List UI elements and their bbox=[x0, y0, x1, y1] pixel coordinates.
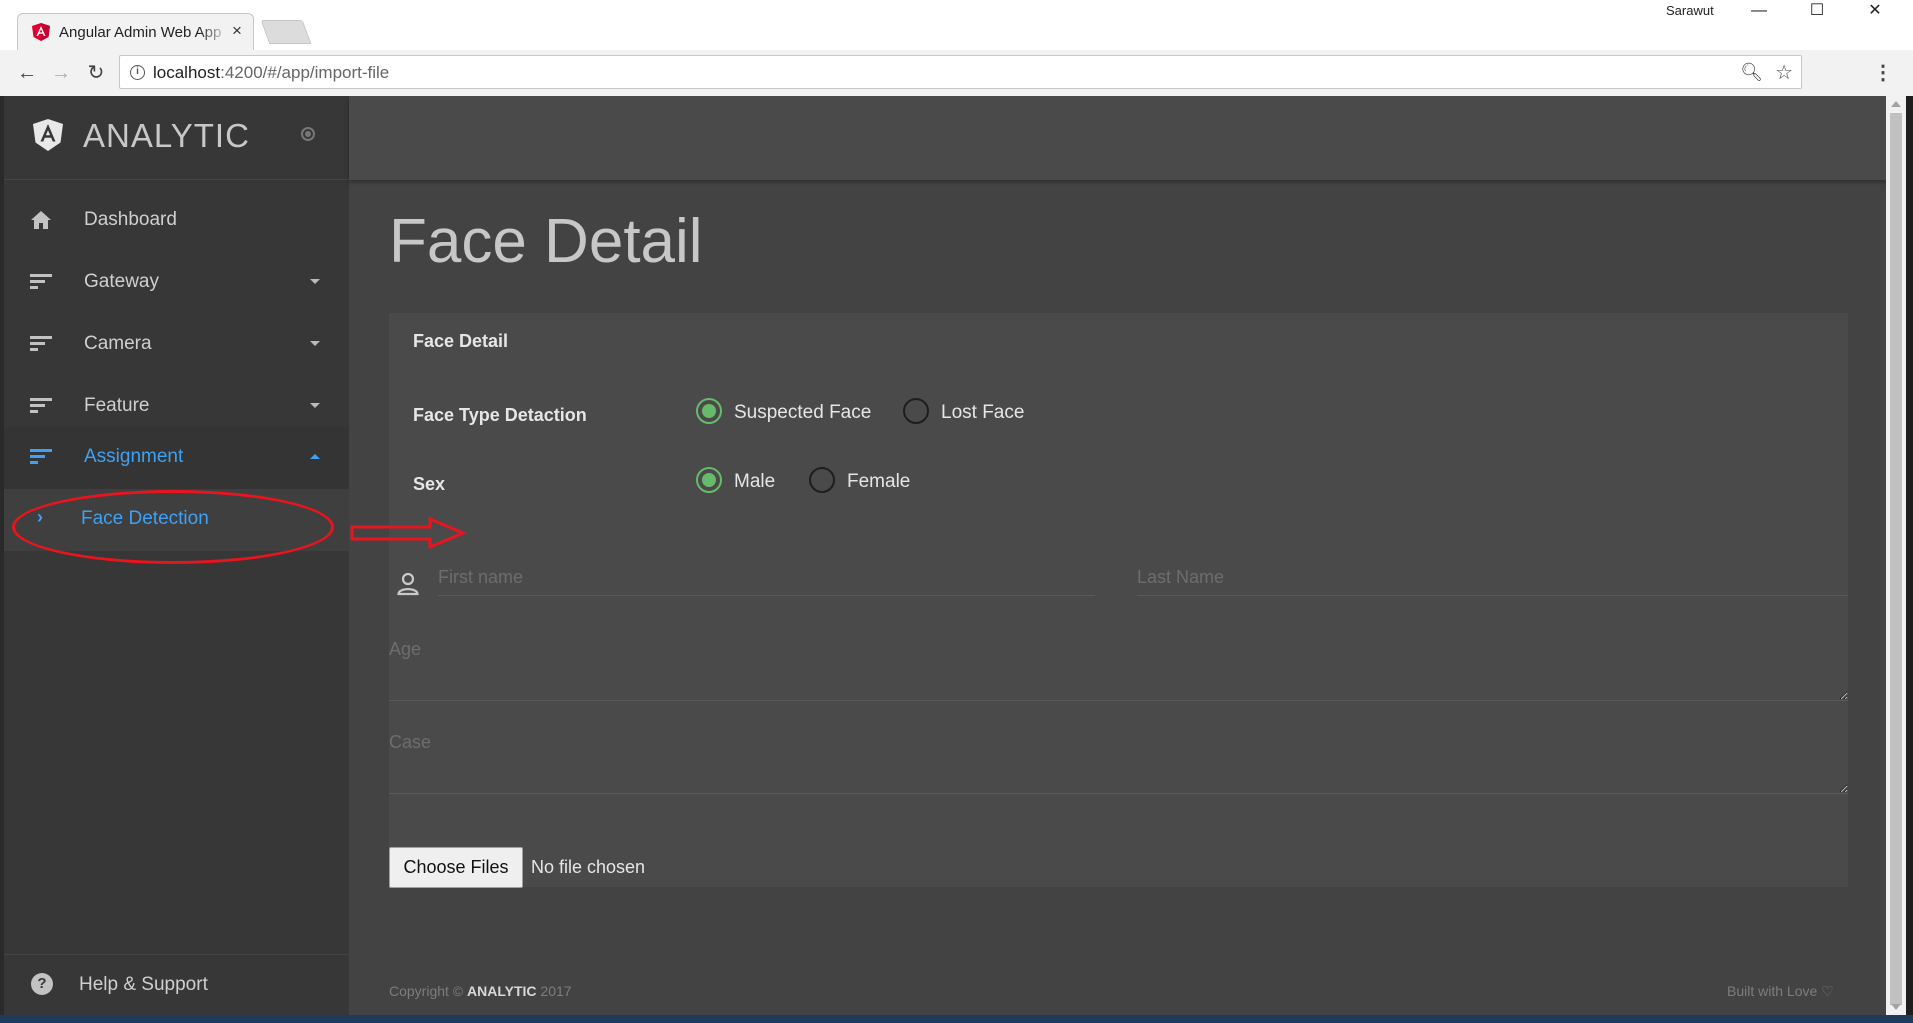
url-host: localhost bbox=[153, 63, 221, 82]
chevron-up-icon bbox=[310, 454, 320, 459]
sidebar-item-label: Assignment bbox=[84, 446, 184, 467]
brand-header: ANALYTIC bbox=[4, 96, 349, 180]
radio-label: Lost Face bbox=[941, 402, 1025, 423]
angular-favicon-icon bbox=[32, 23, 50, 41]
first-name-input[interactable] bbox=[438, 560, 1095, 596]
sort-icon bbox=[30, 398, 52, 414]
footer-copyright: Copyright © ANALYTIC 2017 bbox=[389, 983, 572, 999]
maximize-icon[interactable]: ☐ bbox=[1794, 0, 1840, 22]
chevron-down-icon bbox=[310, 403, 320, 408]
info-icon[interactable]: i bbox=[130, 65, 145, 80]
radio-suspected-face[interactable]: Suspected Face bbox=[696, 398, 871, 426]
sidebar-item-label: Camera bbox=[84, 333, 152, 354]
sidebar-item-label: Dashboard bbox=[84, 209, 177, 230]
back-arrow-icon[interactable]: ← bbox=[14, 60, 40, 86]
tab-close-icon[interactable]: × bbox=[232, 21, 242, 41]
sex-label: Sex bbox=[413, 474, 446, 494]
sidebar-toggle-icon[interactable] bbox=[301, 127, 315, 141]
radio-label: Suspected Face bbox=[734, 402, 872, 423]
tab-title: Angular Admin Web App bbox=[59, 24, 229, 41]
sidebar-item-label: Gateway bbox=[84, 271, 159, 292]
app-root: ANALYTIC Dashboard Gateway Camera Featur… bbox=[4, 96, 1886, 1015]
footer-brand: ANALYTIC bbox=[467, 983, 537, 999]
scroll-thumb[interactable] bbox=[1890, 113, 1902, 1005]
annotation-highlight-ellipse bbox=[12, 490, 334, 564]
browser-toolbar: ← → ↻ i localhost:4200/#/app/import-file… bbox=[0, 50, 1913, 96]
sidebar-item-assignment[interactable]: Assignment bbox=[4, 427, 349, 489]
card-title: Face Detail bbox=[413, 331, 509, 351]
sidebar-item-dashboard[interactable]: Dashboard bbox=[4, 190, 349, 252]
radio-unchecked-icon bbox=[903, 398, 929, 424]
chevron-down-icon bbox=[310, 341, 320, 346]
footer-built-with: Built with Love ♡ bbox=[1727, 983, 1834, 999]
case-textarea[interactable] bbox=[389, 732, 1848, 794]
sort-icon bbox=[30, 449, 52, 465]
choose-files-button[interactable]: Choose Files bbox=[389, 847, 523, 888]
face-type-label: Face Type Detaction bbox=[413, 405, 587, 425]
browser-menu-icon[interactable]: ⋮ bbox=[1873, 60, 1893, 85]
sidebar-item-label: Feature bbox=[84, 395, 150, 416]
page-title: Face Detail bbox=[389, 207, 703, 276]
page-scrollbar[interactable] bbox=[1886, 96, 1906, 1015]
forward-arrow-icon[interactable]: → bbox=[48, 60, 74, 86]
browser-profile-name[interactable]: Sarawut bbox=[1666, 3, 1714, 18]
radio-male[interactable]: Male bbox=[696, 467, 786, 495]
last-name-input[interactable] bbox=[1137, 560, 1848, 596]
person-icon bbox=[397, 572, 419, 596]
age-textarea[interactable] bbox=[389, 639, 1848, 701]
scroll-down-icon[interactable] bbox=[1891, 1004, 1901, 1010]
radio-checked-icon bbox=[696, 467, 722, 493]
address-bar[interactable]: i localhost:4200/#/app/import-file 🔍︎ ☆ bbox=[119, 55, 1802, 89]
reload-icon[interactable]: ↻ bbox=[83, 60, 109, 86]
sort-icon bbox=[30, 274, 52, 290]
tab-strip: Angular Admin Web App × Sarawut — ☐ ✕ bbox=[0, 0, 1913, 50]
window-close-icon[interactable]: ✕ bbox=[1852, 0, 1898, 22]
sort-icon bbox=[30, 336, 52, 352]
url-path: :4200/#/app/import-file bbox=[220, 63, 390, 82]
chevron-down-icon bbox=[310, 279, 320, 284]
footer-prefix: Copyright © bbox=[389, 983, 468, 999]
home-icon bbox=[31, 211, 51, 229]
face-detail-card: Face Detail Face Type Detaction Suspecte… bbox=[389, 313, 1848, 888]
annotation-arrow-icon bbox=[350, 517, 466, 549]
radio-unchecked-icon bbox=[809, 467, 835, 493]
browser-tab[interactable]: Angular Admin Web App × bbox=[17, 13, 254, 50]
url-text: localhost:4200/#/app/import-file bbox=[153, 63, 389, 83]
browser-chrome: Angular Admin Web App × Sarawut — ☐ ✕ ← … bbox=[0, 0, 1913, 96]
new-tab-button[interactable] bbox=[260, 20, 312, 44]
zoom-icon[interactable]: 🔍︎ bbox=[1740, 62, 1763, 83]
brand-name: ANALYTIC bbox=[83, 117, 250, 154]
footer-year: 2017 bbox=[536, 983, 572, 999]
help-support-link[interactable]: ? Help & Support bbox=[4, 954, 349, 1015]
radio-label: Female bbox=[847, 471, 911, 492]
help-label: Help & Support bbox=[79, 974, 208, 995]
bookmark-star-icon[interactable]: ☆ bbox=[1775, 60, 1793, 85]
file-status: No file chosen bbox=[531, 857, 646, 877]
radio-label: Male bbox=[734, 471, 776, 492]
radio-female[interactable]: Female bbox=[809, 467, 919, 495]
minimize-icon[interactable]: — bbox=[1736, 0, 1782, 22]
top-app-bar bbox=[349, 96, 1886, 180]
angular-logo-icon bbox=[33, 119, 63, 151]
sidebar-item-gateway[interactable]: Gateway bbox=[4, 252, 349, 314]
scroll-up-icon[interactable] bbox=[1891, 101, 1901, 107]
taskbar-strip bbox=[0, 1015, 1913, 1023]
help-icon: ? bbox=[31, 973, 53, 995]
radio-lost-face[interactable]: Lost Face bbox=[903, 398, 1033, 426]
sidebar-item-camera[interactable]: Camera bbox=[4, 314, 349, 376]
radio-checked-icon bbox=[696, 398, 722, 424]
